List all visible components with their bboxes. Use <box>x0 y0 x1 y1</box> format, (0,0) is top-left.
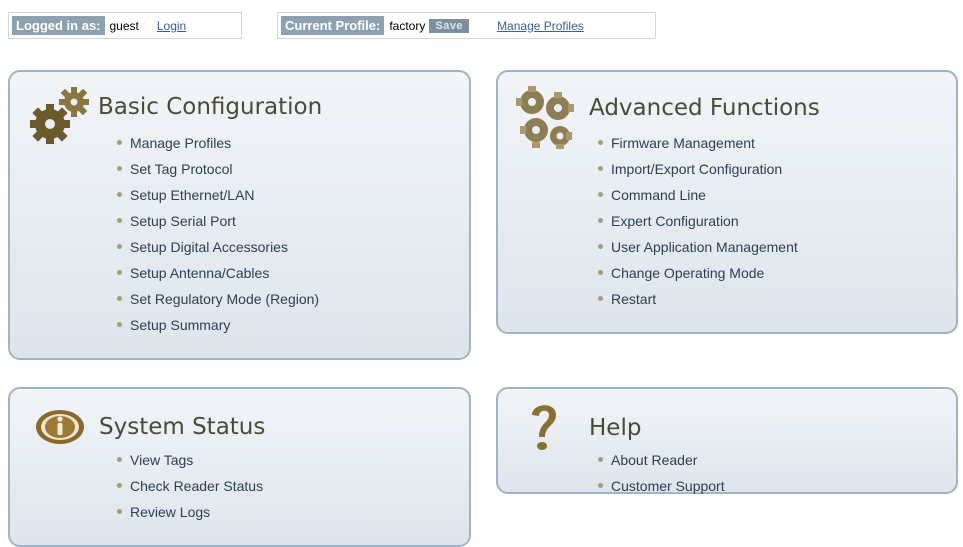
advanced-menu-item[interactable]: Change Operating Mode <box>598 260 798 286</box>
status-menu-item-label: Review Logs <box>130 504 211 520</box>
current-profile-name: factory <box>389 18 426 33</box>
gears-cluster-icon <box>516 86 574 149</box>
basic-menu-item[interactable]: Setup Serial Port <box>117 208 319 234</box>
bullet-icon <box>598 217 603 223</box>
bullet-icon <box>117 321 122 327</box>
basic-menu-item[interactable]: Set Tag Protocol <box>117 156 319 182</box>
basic-menu-item[interactable]: Setup Summary <box>117 312 319 338</box>
help-panel: Help About Reader Customer Support <box>496 387 958 494</box>
status-menu-item[interactable]: View Tags <box>117 447 263 473</box>
basic-menu-item[interactable]: Setup Antenna/Cables <box>117 260 319 286</box>
advanced-menu-item[interactable]: Firmware Management <box>598 130 798 156</box>
advanced-menu-item[interactable]: User Application Management <box>598 234 798 260</box>
bullet-icon <box>117 243 122 249</box>
advanced-menu-item-label: Restart <box>611 291 657 307</box>
system-status-panel: System Status View Tags Check Reader Stat… <box>8 387 471 547</box>
bullet-icon <box>117 217 122 223</box>
help-menu-item[interactable]: Customer Support <box>598 473 725 499</box>
basic-menu-item-label: Set Regulatory Mode (Region) <box>130 291 320 307</box>
basic-menu-item-label: Setup Serial Port <box>130 213 236 229</box>
gears-icon <box>30 87 89 144</box>
basic-menu-item[interactable]: Setup Digital Accessories <box>117 234 319 260</box>
basic-configuration-menu: Manage Profiles Set Tag Protocol Setup Eth… <box>117 130 319 338</box>
status-menu-item[interactable]: Check Reader Status <box>117 473 263 499</box>
help-menu-item-label: Customer Support <box>611 478 725 494</box>
advanced-menu-item[interactable]: Import/Export Configuration <box>598 156 798 182</box>
login-link[interactable]: Login <box>157 19 186 33</box>
advanced-menu-item-label: Expert Configuration <box>611 213 739 229</box>
current-profile-label: Current Profile: <box>281 16 385 35</box>
bullet-icon <box>598 269 603 275</box>
advanced-menu-item-label: Import/Export Configuration <box>611 161 783 177</box>
status-menu-item-label: View Tags <box>130 452 194 468</box>
login-status-box: Logged in as: guest Login <box>8 12 242 39</box>
profile-status-box: Current Profile: factory Save Manage Pro… <box>277 12 656 39</box>
basic-menu-item[interactable]: Setup Ethernet/LAN <box>117 182 319 208</box>
basic-menu-item-label: Setup Ethernet/LAN <box>130 187 255 203</box>
bullet-icon <box>117 269 122 275</box>
advanced-menu-item-label: Firmware Management <box>611 135 755 151</box>
basic-configuration-panel: Basic Configuration Manage Profiles Set T… <box>8 70 471 360</box>
info-icon <box>36 410 84 444</box>
help-menu-item[interactable]: About Reader <box>598 447 725 473</box>
bullet-icon <box>117 295 122 301</box>
basic-menu-item-label: Set Tag Protocol <box>130 161 233 177</box>
advanced-functions-panel: Advanced Functions Firmware Management Im… <box>496 70 958 334</box>
bullet-icon <box>598 165 603 171</box>
basic-menu-item-label: Setup Digital Accessories <box>130 239 288 255</box>
bullet-icon <box>598 482 603 488</box>
logged-in-user: guest <box>109 18 139 33</box>
basic-menu-item[interactable]: Set Regulatory Mode (Region) <box>117 286 319 312</box>
logged-in-label: Logged in as: <box>12 16 105 35</box>
bullet-icon <box>598 295 603 301</box>
bullet-icon <box>117 165 122 171</box>
bullet-icon <box>598 191 603 197</box>
status-menu-item[interactable]: Review Logs <box>117 499 263 525</box>
help-title: Help <box>589 415 642 441</box>
bullet-icon <box>117 191 122 197</box>
advanced-menu-item[interactable]: Command Line <box>598 182 798 208</box>
bullet-icon <box>598 243 603 249</box>
save-profile-button[interactable]: Save <box>429 18 470 33</box>
advanced-menu-item[interactable]: Restart <box>598 286 798 312</box>
bullet-icon <box>117 139 122 145</box>
advanced-functions-title: Advanced Functions <box>589 95 820 121</box>
bullet-icon <box>117 482 122 488</box>
manage-profiles-link[interactable]: Manage Profiles <box>497 19 584 33</box>
advanced-menu-item-label: Command Line <box>611 187 706 203</box>
basic-configuration-title: Basic Configuration <box>98 94 323 120</box>
basic-menu-item-label: Setup Antenna/Cables <box>130 265 270 281</box>
advanced-functions-menu: Firmware Management Import/Export Configu… <box>598 130 798 312</box>
help-menu-item-label: About Reader <box>611 452 698 468</box>
basic-menu-item[interactable]: Manage Profiles <box>117 130 319 156</box>
system-status-title: System Status <box>99 414 266 440</box>
advanced-menu-item-label: Change Operating Mode <box>611 265 765 281</box>
help-menu: About Reader Customer Support <box>598 447 725 499</box>
question-mark-icon <box>532 405 556 450</box>
advanced-menu-item[interactable]: Expert Configuration <box>598 208 798 234</box>
bullet-icon <box>598 456 603 462</box>
advanced-menu-item-label: User Application Management <box>611 239 798 255</box>
status-menu-item-label: Check Reader Status <box>130 478 264 494</box>
basic-menu-item-label: Manage Profiles <box>130 135 232 151</box>
system-status-menu: View Tags Check Reader Status Review Logs <box>117 447 263 525</box>
bullet-icon <box>117 456 122 462</box>
basic-menu-item-label: Setup Summary <box>130 317 231 333</box>
bullet-icon <box>117 508 122 514</box>
bullet-icon <box>598 139 603 145</box>
